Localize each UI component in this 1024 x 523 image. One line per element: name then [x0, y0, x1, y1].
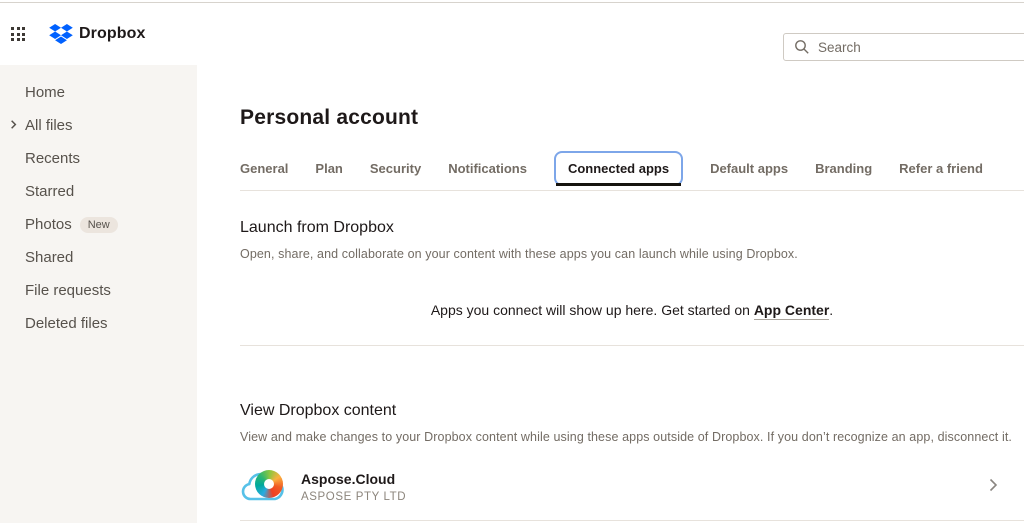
tab-general[interactable]: General: [240, 161, 288, 176]
page-title: Personal account: [240, 106, 1024, 130]
aspose-cloud-app-icon: [240, 467, 286, 507]
section-heading: Launch from Dropbox: [240, 219, 1024, 237]
sidebar-item-recents[interactable]: Recents: [0, 142, 197, 175]
sidebar-item-shared[interactable]: Shared: [0, 241, 197, 274]
tabs-divider: [240, 190, 1024, 191]
search-box[interactable]: [783, 33, 1024, 61]
sidebar-item-deleted-files[interactable]: Deleted files: [0, 307, 197, 340]
sidebar-item-photos[interactable]: Photos New: [0, 208, 197, 241]
search-input[interactable]: [818, 40, 988, 55]
sidebar-item-label: File requests: [25, 282, 111, 299]
sidebar: Home All files Recents Starred Photos Ne…: [0, 65, 197, 523]
empty-state-prefix: Apps you connect will show up here. Get …: [431, 302, 754, 318]
chevron-right-icon[interactable]: [7, 118, 20, 135]
sidebar-item-label: Recents: [25, 150, 80, 167]
connected-app-row-aspose-cloud[interactable]: Aspose.Cloud ASPOSE PTY LTD: [240, 461, 1024, 513]
sidebar-item-label: Deleted files: [25, 315, 108, 332]
sidebar-item-label: Home: [25, 84, 65, 101]
app-center-link[interactable]: App Center: [754, 302, 829, 320]
section-description: Open, share, and collaborate on your con…: [240, 247, 1024, 261]
tab-connected-apps[interactable]: Connected apps: [554, 151, 683, 186]
tab-branding[interactable]: Branding: [815, 161, 872, 176]
sidebar-item-label: Shared: [25, 249, 73, 266]
view-dropbox-content-section: View Dropbox content View and make chang…: [240, 402, 1024, 521]
apps-grid-icon[interactable]: [11, 27, 25, 41]
aspose-swirl-icon: [255, 470, 283, 498]
sidebar-item-home[interactable]: Home: [0, 76, 197, 109]
dropbox-logo[interactable]: Dropbox: [49, 24, 145, 44]
app-publisher: ASPOSE PTY LTD: [301, 491, 406, 503]
main-content: Personal account General Plan Security N…: [197, 65, 1024, 523]
sidebar-item-label: Starred: [25, 183, 74, 200]
dropbox-glyph-icon: [49, 24, 73, 44]
sidebar-item-label: Photos: [25, 216, 72, 233]
topbar: Dropbox: [0, 3, 1024, 65]
tab-default-apps[interactable]: Default apps: [710, 161, 788, 176]
tab-refer-a-friend[interactable]: Refer a friend: [899, 161, 983, 176]
empty-state-text: Apps you connect will show up here. Get …: [240, 302, 1024, 318]
settings-tabs: General Plan Security Notifications Conn…: [240, 150, 1024, 187]
launch-from-dropbox-section: Launch from Dropbox Open, share, and col…: [240, 219, 1024, 318]
section-heading: View Dropbox content: [240, 402, 1024, 420]
sidebar-item-file-requests[interactable]: File requests: [0, 274, 197, 307]
brand-name: Dropbox: [79, 25, 145, 43]
search-icon: [794, 39, 810, 55]
app-row-divider: [240, 520, 1024, 521]
tab-notifications[interactable]: Notifications: [448, 161, 527, 176]
new-badge: New: [80, 217, 118, 233]
sidebar-item-starred[interactable]: Starred: [0, 175, 197, 208]
tab-plan[interactable]: Plan: [315, 161, 342, 176]
sidebar-item-all-files[interactable]: All files: [0, 109, 197, 142]
empty-state-suffix: .: [829, 302, 833, 318]
tab-security[interactable]: Security: [370, 161, 421, 176]
section-divider: [240, 345, 1024, 346]
chevron-right-icon[interactable]: [984, 476, 1002, 499]
app-meta: Aspose.Cloud ASPOSE PTY LTD: [301, 471, 406, 503]
sidebar-item-label: All files: [25, 117, 73, 134]
section-description: View and make changes to your Dropbox co…: [240, 430, 1024, 444]
app-name: Aspose.Cloud: [301, 471, 406, 487]
